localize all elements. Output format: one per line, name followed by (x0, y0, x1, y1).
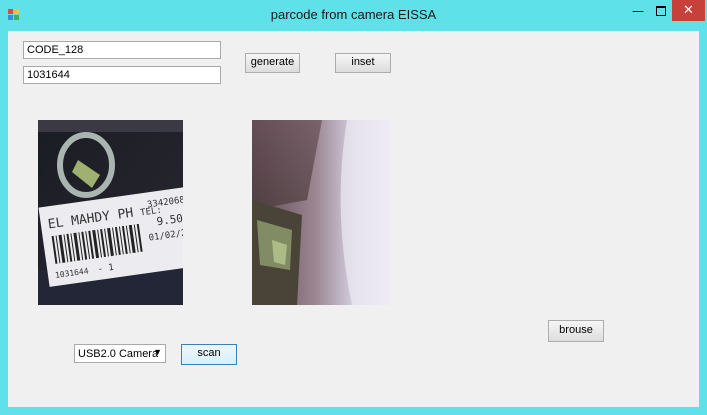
insert-button[interactable]: inset (335, 53, 391, 73)
generate-button[interactable]: generate (245, 53, 300, 73)
camera-select-value: USB2.0 Camera (78, 348, 159, 360)
scan-button[interactable]: scan (181, 344, 237, 365)
maximize-icon (656, 5, 666, 16)
browse-button[interactable]: brouse (548, 320, 604, 342)
barcode-type-field[interactable]: CODE_128 (23, 41, 221, 59)
minimize-icon: — (632, 3, 644, 18)
close-icon: ✕ (683, 3, 694, 18)
barcode-value-field[interactable]: 1031644 (23, 66, 221, 84)
title-bar[interactable]: parcode from camera EISSA — ✕ (0, 0, 707, 31)
barcode-picture: EL MAHDY PH TEL: 3342068 9.50 01/02/20 1… (38, 120, 183, 305)
form-client-area: CODE_128 1031644 generate inset EL MAHDY… (8, 31, 699, 407)
maximize-button[interactable] (650, 0, 672, 21)
window-title: parcode from camera EISSA (270, 7, 437, 22)
chevron-down-icon[interactable]: ▼ (153, 347, 162, 357)
minimize-button[interactable]: — (626, 0, 650, 21)
camera-preview (252, 120, 391, 305)
close-button[interactable]: ✕ (672, 0, 705, 21)
camera-feed-image (252, 120, 391, 305)
application-window: parcode from camera EISSA — ✕ CODE_128 1… (0, 0, 707, 415)
barcode-photo: EL MAHDY PH TEL: 3342068 9.50 01/02/20 1… (38, 120, 183, 305)
camera-select[interactable]: USB2.0 Camera ▼ (74, 344, 166, 363)
